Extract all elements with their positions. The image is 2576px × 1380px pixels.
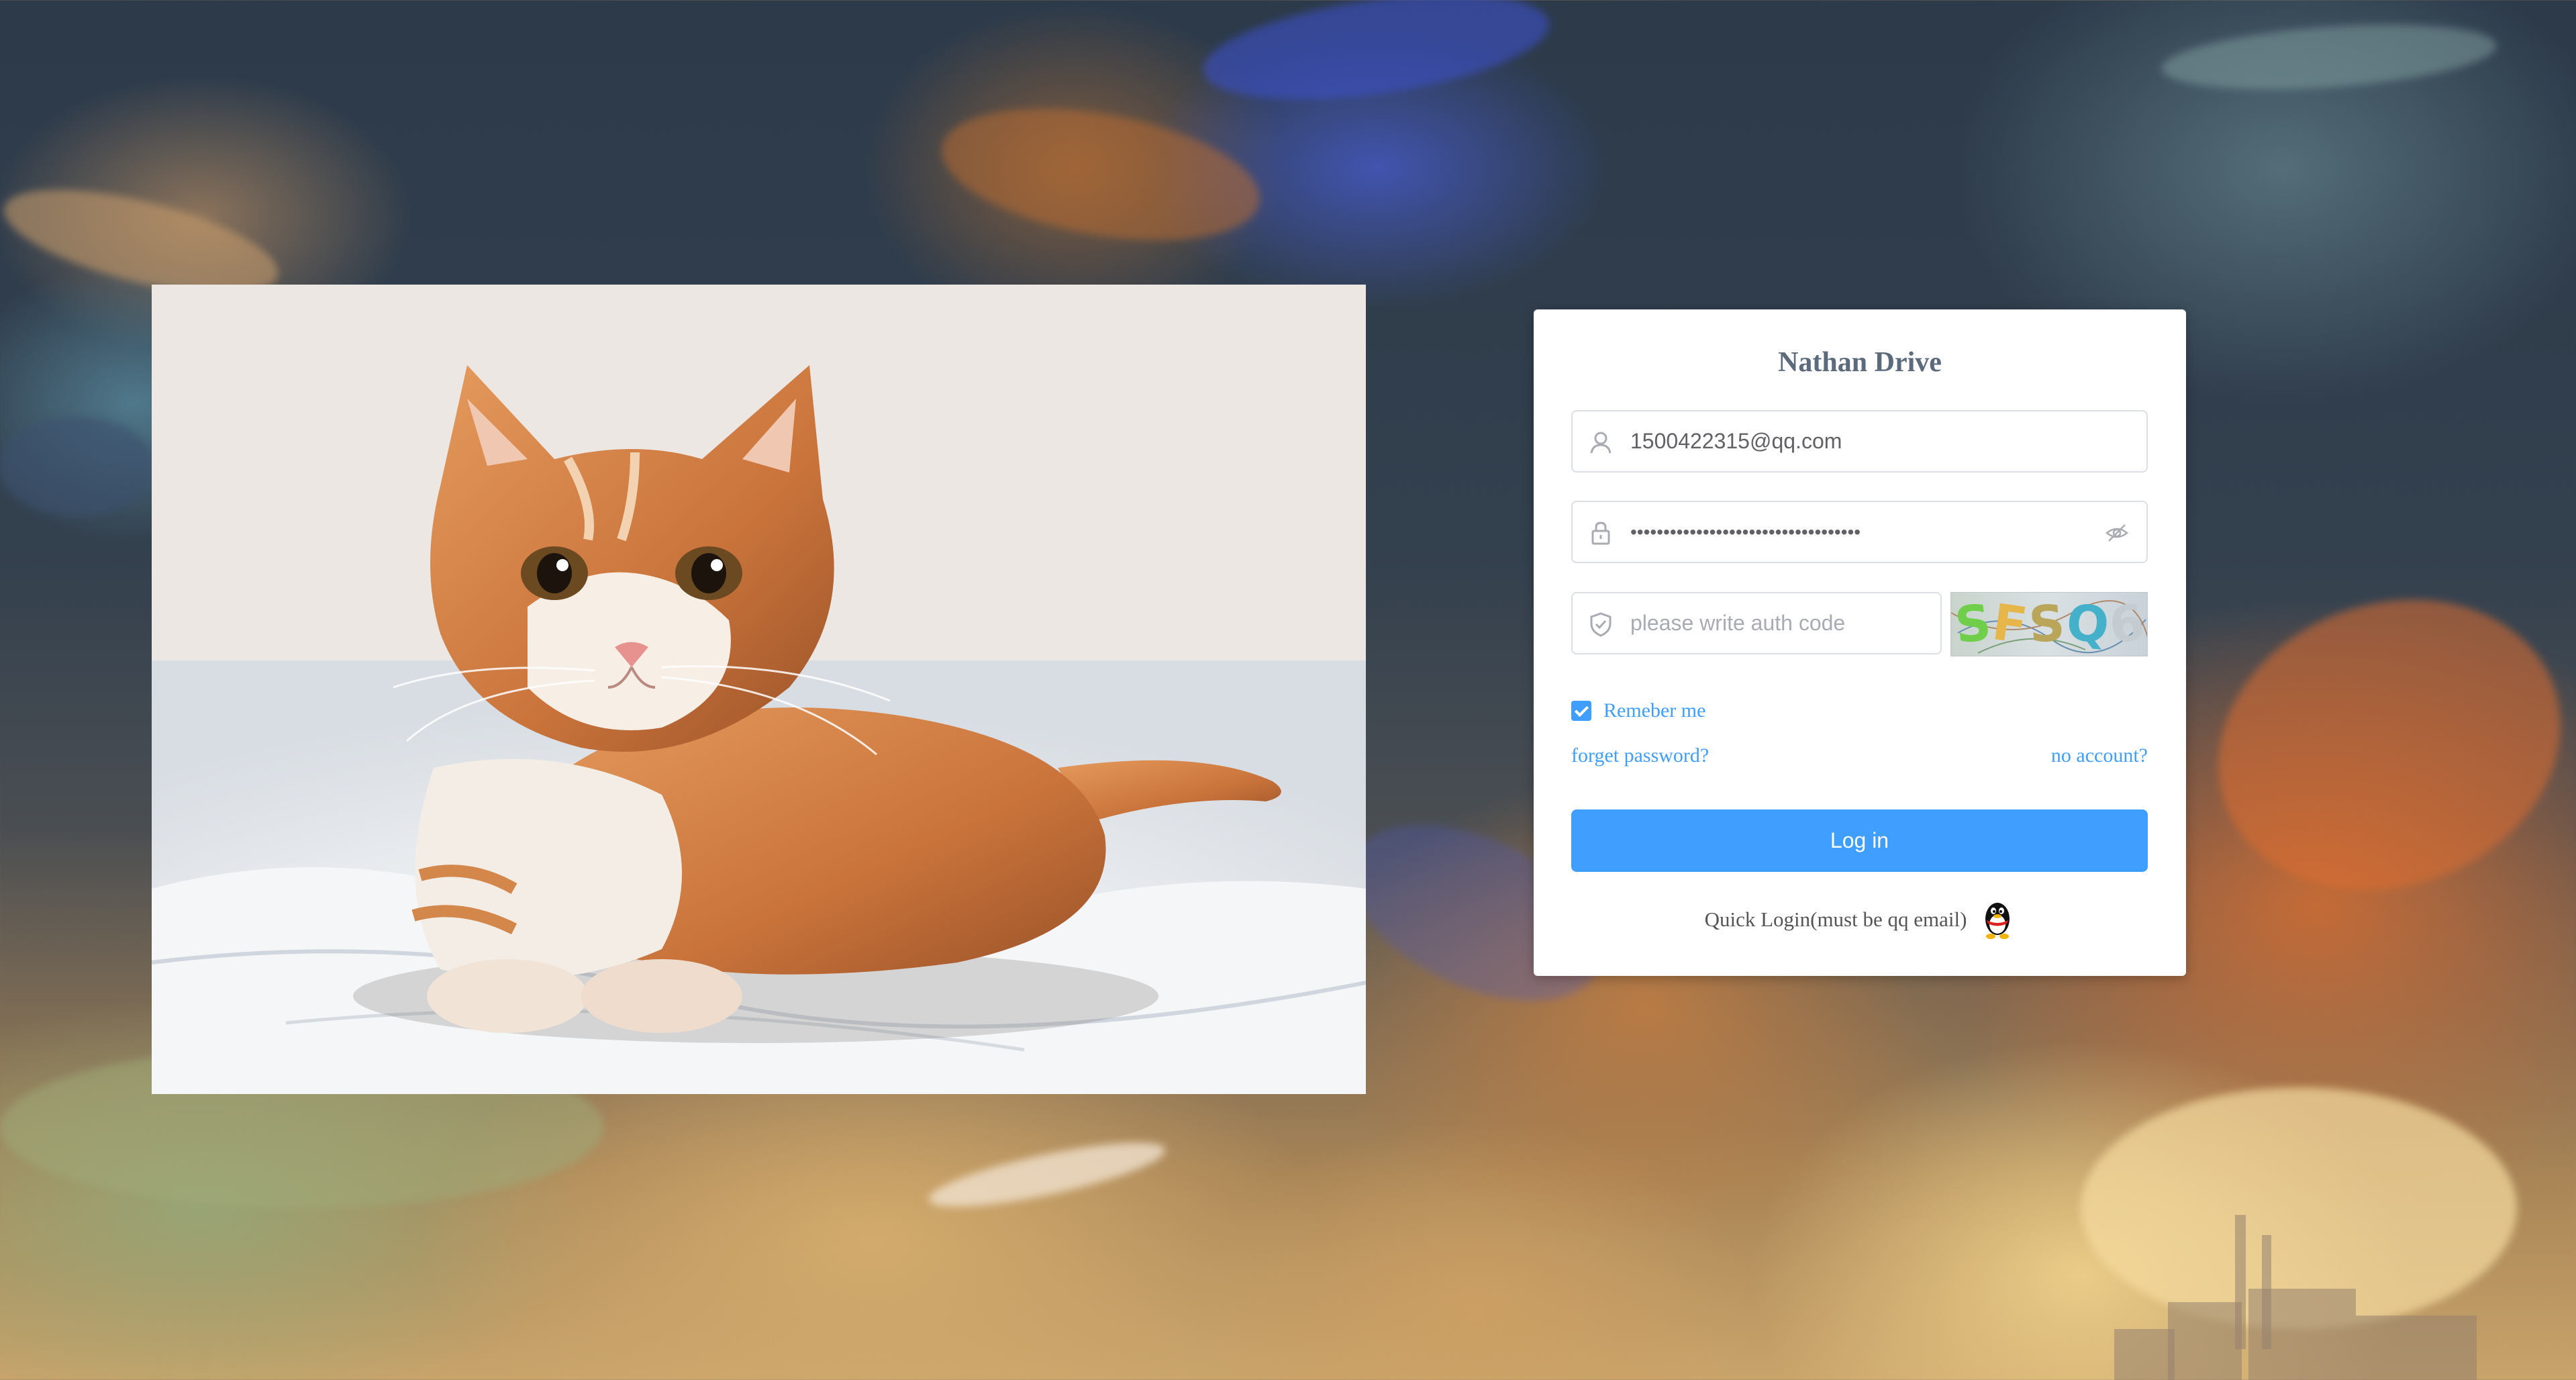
lock-icon [1591, 522, 1610, 545]
factory-silhouette [2114, 1215, 2477, 1380]
qq-penguin-icon[interactable] [1980, 899, 2015, 940]
login-card: Nathan Drive 1500422315@qq.com •••••••••… [1534, 309, 2186, 976]
remember-me-checkbox[interactable] [1571, 701, 1591, 721]
eye-off-icon[interactable] [2105, 521, 2129, 545]
background-stroke [0, 416, 154, 517]
username-field[interactable]: 1500422315@qq.com [1571, 410, 2148, 473]
auth-code-placeholder: please write auth code [1630, 611, 1846, 635]
forget-password-link[interactable]: forget password? [1571, 744, 1709, 767]
auth-code-field[interactable]: please write auth code [1571, 592, 1942, 654]
login-button[interactable]: Log in [1571, 809, 2148, 872]
quick-login: Quick Login(must be qq email) [1534, 899, 2186, 940]
background-stroke [2177, 552, 2576, 938]
orange-tabby-kitten-image [152, 285, 1366, 1094]
shield-check-icon [1590, 612, 1612, 637]
remember-me-label[interactable]: Remeber me [1603, 699, 1705, 722]
background-stroke [932, 87, 1270, 262]
password-value: ••••••••••••••••••••••••••••••••••• [1630, 522, 1861, 542]
quick-login-label: Quick Login(must be qq email) [1704, 907, 1967, 931]
captcha-char: Q [2064, 593, 2112, 655]
background-stroke [1196, 0, 1556, 118]
captcha-char: S [2027, 594, 2067, 654]
captcha-char: S [1952, 593, 1994, 655]
remember-me[interactable]: Remeber me [1571, 697, 1705, 724]
no-account-link[interactable]: no account? [2051, 744, 2148, 767]
background-stroke [924, 1130, 1170, 1220]
cat-photo [152, 285, 1366, 1094]
captcha-image[interactable]: S F S Q 6 [1950, 592, 2148, 656]
user-icon [1590, 432, 1612, 454]
background-stroke [2159, 15, 2499, 99]
password-field[interactable]: ••••••••••••••••••••••••••••••••••• [1571, 501, 2148, 563]
app-title: Nathan Drive [1778, 347, 1942, 378]
username-value: 1500422315@qq.com [1630, 429, 1842, 453]
